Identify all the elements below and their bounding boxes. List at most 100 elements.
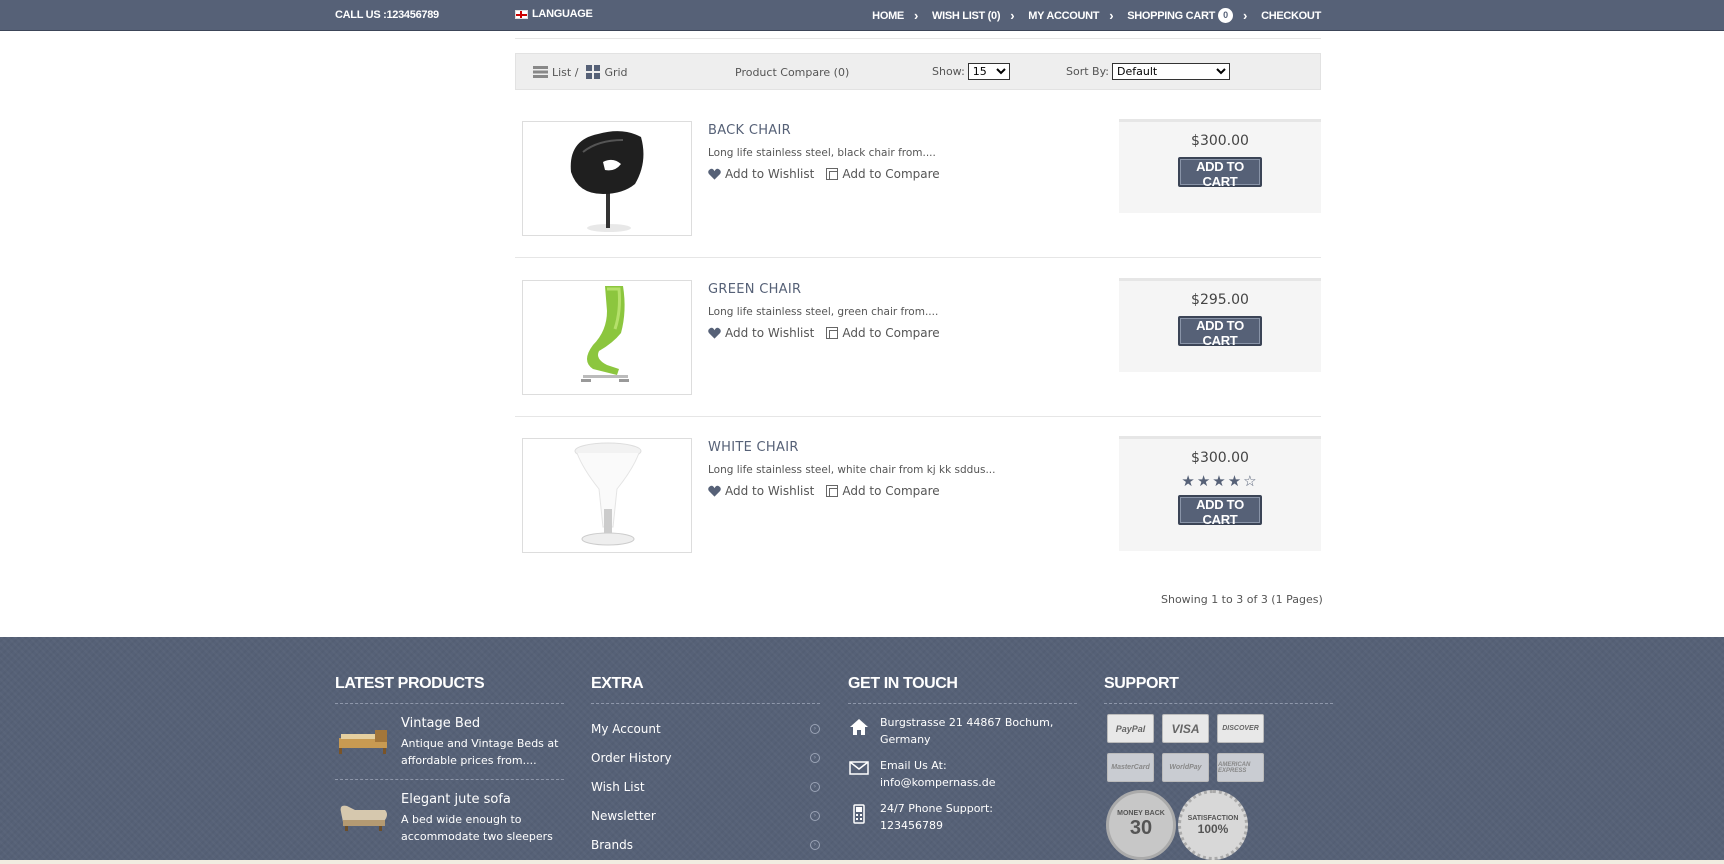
flag-icon — [515, 9, 528, 19]
extra-link-brands[interactable]: Brands › — [591, 830, 820, 859]
top-nav: HOME › WISH LIST (0) › MY ACCOUNT › SHOPPIN… — [872, 8, 1321, 23]
star-empty-icon: ☆ — [1243, 472, 1259, 490]
worldpay-icon: WorldPay — [1162, 753, 1209, 782]
latest-product-desc: Antique and Vintage Beds at affordable p… — [401, 737, 559, 767]
payment-methods-row: MasterCard WorldPay AMERICAN EXPRESS — [1107, 753, 1333, 782]
product-item: BACK CHAIR Long life stainless steel, bl… — [515, 119, 1321, 251]
latest-product-item[interactable]: Vintage Bed Antique and Vintage Beds at … — [335, 704, 564, 780]
call-us-text: CALL US :123456789 — [335, 9, 439, 21]
divider — [515, 38, 1321, 39]
nav-checkout[interactable]: CHECKOUT — [1261, 10, 1321, 22]
chevron-right-icon: › — [913, 7, 919, 23]
grid-view-button[interactable]: Grid — [604, 66, 627, 79]
product-toolbar: List / Grid Product Compare (0) Show: 15… — [515, 53, 1321, 90]
grid-view-icon[interactable] — [586, 65, 601, 79]
footer-heading: GET IN TOUCH — [848, 675, 1077, 704]
contact-email-link[interactable]: info@kompernass.de — [880, 774, 996, 791]
compare-icon — [826, 485, 839, 497]
product-price: $295.00 — [1191, 292, 1249, 308]
view-switcher: List / Grid — [533, 65, 628, 79]
heart-icon — [708, 168, 721, 180]
add-to-cart-button[interactable]: ADD TO CART — [1178, 157, 1262, 189]
product-compare-link[interactable]: Product Compare (0) — [735, 66, 849, 79]
chevron-right-icon: › — [1243, 7, 1248, 23]
satisfaction-badge-icon: SATISFACTION 100% — [1178, 790, 1248, 860]
extra-link-wish-list[interactable]: Wish List › — [591, 772, 820, 801]
list-view-button[interactable]: List / — [552, 66, 578, 79]
latest-product-item[interactable]: Elegant jute sofa A bed wide enough to a… — [335, 780, 564, 855]
latest-product-name[interactable]: Elegant jute sofa — [401, 792, 564, 807]
product-image[interactable] — [522, 280, 692, 395]
contact-address: Burgstrasse 21 44867 Bochum, Germany — [848, 714, 1077, 748]
home-icon — [850, 719, 868, 735]
product-price: $300.00 — [1191, 133, 1249, 149]
nav-home[interactable]: HOME — [872, 10, 904, 22]
latest-product-desc: A bed wide enough to accommodate two sle… — [401, 813, 553, 843]
nav-wishlist[interactable]: WISH LIST (0) — [932, 10, 1001, 22]
product-description: Long life stainless steel, black chair f… — [708, 147, 936, 159]
product-name[interactable]: WHITE CHAIR — [708, 440, 995, 455]
product-price: $300.00 — [1191, 450, 1249, 466]
add-to-wishlist-link[interactable]: Add to Wishlist — [708, 484, 814, 498]
heart-icon — [708, 485, 721, 497]
product-image[interactable] — [522, 438, 692, 553]
extra-link-my-account[interactable]: My Account › — [591, 714, 820, 743]
extra-links: My Account › Order History › Wish List › Ne… — [591, 714, 820, 859]
product-info: BACK CHAIR Long life stainless steel, bl… — [708, 123, 940, 181]
footer-latest-products: LATEST PRODUCTS Vintage Bed Antique and … — [335, 675, 564, 855]
latest-product-name[interactable]: Vintage Bed — [401, 716, 564, 731]
product-name[interactable]: BACK CHAIR — [708, 123, 940, 138]
product-image[interactable] — [522, 121, 692, 236]
divider — [515, 416, 1321, 417]
contact-email: Email Us At: info@kompernass.de — [848, 757, 1077, 791]
product-item: GREEN CHAIR Long life stainless steel, g… — [515, 278, 1321, 410]
add-to-compare-link[interactable]: Add to Compare — [826, 326, 940, 340]
circle-arrow-icon: › — [810, 723, 820, 734]
add-to-cart-button[interactable]: ADD TO CART — [1178, 495, 1262, 527]
extra-link-newsletter[interactable]: Newsletter › — [591, 801, 820, 830]
envelope-icon — [849, 761, 869, 775]
sofa-thumbnail — [340, 805, 387, 831]
payment-methods-row: PayPal VISA DISCOVER — [1107, 714, 1333, 743]
money-back-badge-icon: MONEY BACK 30 — [1106, 790, 1176, 860]
add-to-compare-link[interactable]: Add to Compare — [826, 484, 940, 498]
nav-shopping-cart[interactable]: SHOPPING CART — [1127, 10, 1215, 22]
footer-heading: EXTRA — [591, 675, 820, 704]
add-to-cart-button[interactable]: ADD TO CART — [1178, 316, 1262, 348]
extra-link-order-history[interactable]: Order History › — [591, 743, 820, 772]
pagination-text: Showing 1 to 3 of 3 (1 Pages) — [1161, 593, 1323, 606]
add-to-compare-link[interactable]: Add to Compare — [826, 167, 940, 181]
show-control: Show: 15 — [932, 63, 1010, 80]
circle-arrow-icon: › — [810, 781, 820, 792]
show-label: Show: — [932, 65, 965, 78]
divider — [515, 257, 1321, 258]
star-full-icon: ★ — [1181, 472, 1197, 490]
product-info: WHITE CHAIR Long life stainless steel, w… — [708, 440, 995, 498]
circle-arrow-icon: › — [810, 839, 820, 850]
heart-icon — [708, 327, 721, 339]
compare-icon — [826, 168, 839, 180]
footer-extra: EXTRA My Account › Order History › Wish Li… — [591, 675, 820, 859]
language-selector[interactable]: LANGUAGE — [515, 8, 593, 20]
show-select[interactable]: 15 — [967, 63, 1010, 80]
guarantee-badges: MONEY BACK 30 SATISFACTION 100% — [1106, 790, 1333, 860]
product-info: GREEN CHAIR Long life stainless steel, g… — [708, 282, 940, 340]
footer-heading: SUPPORT — [1104, 675, 1333, 704]
star-full-icon: ★ — [1227, 472, 1244, 490]
circle-arrow-icon: › — [810, 810, 820, 821]
chevron-right-icon: › — [1109, 7, 1114, 23]
star-full-icon: ★ — [1196, 472, 1213, 490]
footer-support: SUPPORT PayPal VISA DISCOVER MasterCard … — [1104, 675, 1333, 860]
visa-icon: VISA — [1162, 714, 1209, 743]
sort-select[interactable]: Default — [1112, 63, 1231, 80]
circle-arrow-icon: › — [810, 752, 820, 763]
nav-my-account[interactable]: MY ACCOUNT — [1028, 10, 1099, 22]
add-to-wishlist-link[interactable]: Add to Wishlist — [708, 167, 814, 181]
contact-phone: 24/7 Phone Support: 123456789 — [848, 800, 1077, 834]
footer-heading: LATEST PRODUCTS — [335, 675, 564, 704]
vintage-bed-thumbnail — [339, 730, 387, 754]
sort-control: Sort By: Default — [1066, 63, 1231, 80]
product-name[interactable]: GREEN CHAIR — [708, 282, 940, 297]
add-to-wishlist-link[interactable]: Add to Wishlist — [708, 326, 814, 340]
list-view-icon[interactable] — [533, 66, 548, 78]
